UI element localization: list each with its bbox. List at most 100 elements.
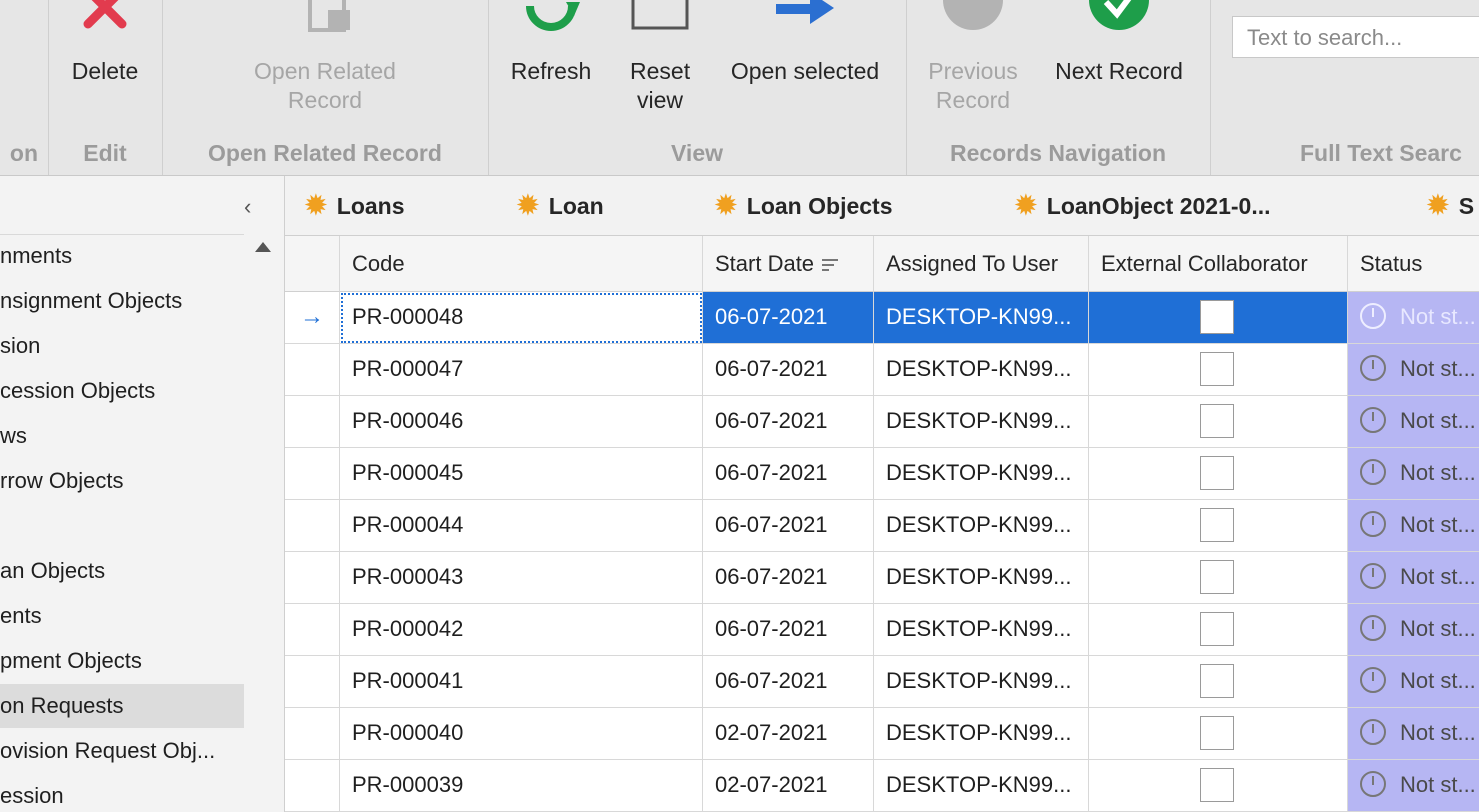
nav-item[interactable]: nments [0,234,244,278]
tab-loans[interactable]: ✹ Loans [305,176,405,235]
cell-start-date[interactable]: 02-07-2021 [703,708,874,760]
external-collaborator-checkbox[interactable] [1200,768,1234,802]
cell-external-collaborator[interactable] [1089,656,1348,708]
tab-loan[interactable]: ✹ Loan [517,176,604,235]
cell-external-collaborator[interactable] [1089,292,1348,344]
open-selected-button[interactable]: Open selected [720,0,890,120]
cell-external-collaborator[interactable] [1089,552,1348,604]
cell-code[interactable]: PR-000044 [340,500,703,552]
full-text-search-input[interactable]: Text to search... [1232,16,1479,58]
table-row[interactable]: → PR-000048 06-07-2021 DESKTOP-KN99... Not s… [285,292,1479,344]
column-header-start-date[interactable]: Start Date [703,236,874,292]
next-record-button[interactable]: Next Record [1044,0,1194,120]
table-row[interactable]: PR-000047 06-07-2021 DESKTOP-KN99... Not st… [285,344,1479,396]
chevron-left-icon[interactable]: ‹ [244,194,251,220]
cell-start-date[interactable]: 06-07-2021 [703,656,874,708]
cell-assigned-to-user[interactable]: DESKTOP-KN99... [874,552,1089,604]
cell-assigned-to-user[interactable]: DESKTOP-KN99... [874,760,1089,812]
cell-start-date[interactable]: 06-07-2021 [703,552,874,604]
column-header-code[interactable]: Code [340,236,703,292]
external-collaborator-checkbox[interactable] [1200,560,1234,594]
cell-code[interactable]: PR-000042 [340,604,703,656]
cell-external-collaborator[interactable] [1089,760,1348,812]
nav-item[interactable]: ents [0,594,244,638]
external-collaborator-checkbox[interactable] [1200,508,1234,542]
cell-assigned-to-user[interactable]: DESKTOP-KN99... [874,292,1089,344]
cell-status[interactable]: Not st... [1348,656,1479,708]
cell-status[interactable]: Not st... [1348,396,1479,448]
cell-code[interactable]: PR-000045 [340,448,703,500]
cell-assigned-to-user[interactable]: DESKTOP-KN99... [874,448,1089,500]
cell-assigned-to-user[interactable]: DESKTOP-KN99... [874,396,1089,448]
external-collaborator-checkbox[interactable] [1200,352,1234,386]
cell-assigned-to-user[interactable]: DESKTOP-KN99... [874,708,1089,760]
cell-code[interactable]: PR-000046 [340,396,703,448]
cell-start-date[interactable]: 06-07-2021 [703,500,874,552]
cell-status[interactable]: Not st... [1348,708,1479,760]
nav-item[interactable]: ws [0,414,244,458]
nav-item[interactable]: ovision Request Obj... [0,729,244,773]
cell-external-collaborator[interactable] [1089,396,1348,448]
delete-button[interactable]: Delete [48,0,162,120]
cell-start-date[interactable]: 06-07-2021 [703,448,874,500]
nav-item[interactable] [0,504,244,548]
cell-status[interactable]: Not st... [1348,292,1479,344]
cell-status[interactable]: Not st... [1348,500,1479,552]
external-collaborator-checkbox[interactable] [1200,716,1234,750]
external-collaborator-checkbox[interactable] [1200,456,1234,490]
cell-assigned-to-user[interactable]: DESKTOP-KN99... [874,344,1089,396]
cell-external-collaborator[interactable] [1089,500,1348,552]
cell-status[interactable]: Not st... [1348,552,1479,604]
reset-view-button[interactable]: Reset view [610,0,710,120]
external-collaborator-checkbox[interactable] [1200,612,1234,646]
external-collaborator-checkbox[interactable] [1200,664,1234,698]
cell-status[interactable]: Not st... [1348,344,1479,396]
cell-code[interactable]: PR-000039 [340,760,703,812]
table-row[interactable]: PR-000046 06-07-2021 DESKTOP-KN99... Not st… [285,396,1479,448]
cell-status[interactable]: Not st... [1348,448,1479,500]
scroll-up-icon[interactable] [255,242,271,252]
cell-code[interactable]: PR-000043 [340,552,703,604]
cell-status[interactable]: Not st... [1348,604,1479,656]
cell-assigned-to-user[interactable]: DESKTOP-KN99... [874,604,1089,656]
tab-loan-objects[interactable]: ✹ Loan Objects [715,176,893,235]
cell-status[interactable]: Not st... [1348,760,1479,812]
nav-item[interactable]: rrow Objects [0,459,244,503]
nav-item[interactable]: sion [0,324,244,368]
cell-start-date[interactable]: 02-07-2021 [703,760,874,812]
cell-code[interactable]: PR-000048 [340,292,703,344]
cell-code[interactable]: PR-000047 [340,344,703,396]
table-row[interactable]: PR-000044 06-07-2021 DESKTOP-KN99... Not st… [285,500,1479,552]
cell-start-date[interactable]: 06-07-2021 [703,396,874,448]
table-row[interactable]: PR-000039 02-07-2021 DESKTOP-KN99... Not st… [285,760,1479,812]
cell-assigned-to-user[interactable]: DESKTOP-KN99... [874,656,1089,708]
column-header-status[interactable]: Status [1348,236,1479,292]
previous-record-button[interactable]: Previous Record [912,0,1034,120]
table-row[interactable]: PR-000045 06-07-2021 DESKTOP-KN99... Not st… [285,448,1479,500]
nav-item[interactable]: on Requests [0,684,244,728]
external-collaborator-checkbox[interactable] [1200,404,1234,438]
cell-code[interactable]: PR-000040 [340,708,703,760]
table-row[interactable]: PR-000042 06-07-2021 DESKTOP-KN99... Not st… [285,604,1479,656]
table-row[interactable]: PR-000043 06-07-2021 DESKTOP-KN99... Not st… [285,552,1479,604]
nav-item[interactable]: ession [0,774,244,812]
cell-start-date[interactable]: 06-07-2021 [703,292,874,344]
tab-loanobject-2021[interactable]: ✹ LoanObject 2021-0... [1015,176,1271,235]
tab-partial[interactable]: ✹ S [1427,176,1474,235]
cell-assigned-to-user[interactable]: DESKTOP-KN99... [874,500,1089,552]
nav-item[interactable]: nsignment Objects [0,279,244,323]
cell-start-date[interactable]: 06-07-2021 [703,604,874,656]
table-row[interactable]: PR-000040 02-07-2021 DESKTOP-KN99... Not st… [285,708,1479,760]
cell-start-date[interactable]: 06-07-2021 [703,344,874,396]
nav-item[interactable]: pment Objects [0,639,244,683]
cell-code[interactable]: PR-000041 [340,656,703,708]
column-header-assigned-to-user[interactable]: Assigned To User [874,236,1089,292]
refresh-button[interactable]: Refresh [502,0,600,120]
cell-external-collaborator[interactable] [1089,344,1348,396]
cell-external-collaborator[interactable] [1089,708,1348,760]
table-row[interactable]: PR-000041 06-07-2021 DESKTOP-KN99... Not st… [285,656,1479,708]
nav-item[interactable]: cession Objects [0,369,244,413]
open-related-record-button[interactable]: Open Related Record [222,0,428,120]
column-header-external-collaborator[interactable]: External Collaborator [1089,236,1348,292]
nav-item[interactable]: an Objects [0,549,244,593]
